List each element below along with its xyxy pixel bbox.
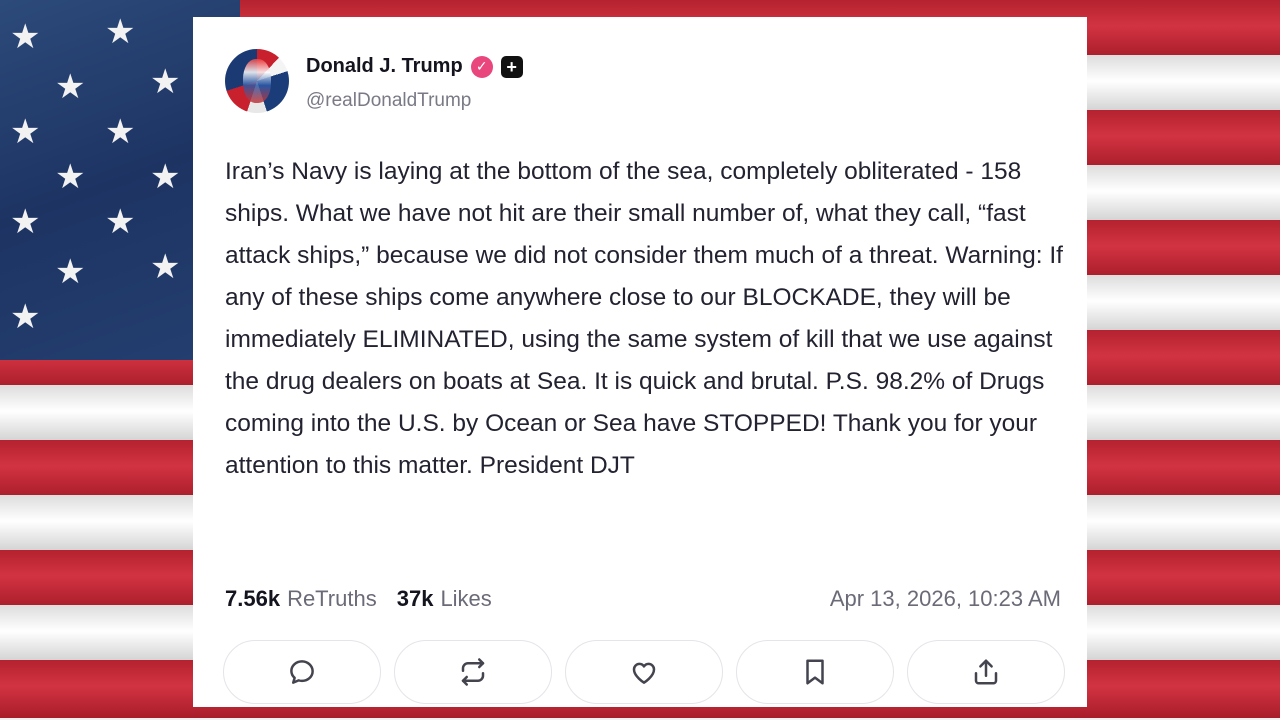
plus-badge-icon: + xyxy=(500,55,523,78)
post-body: Iran’s Navy is laying at the bottom of t… xyxy=(225,158,1063,479)
verified-badge-icon: ✓ xyxy=(470,55,493,78)
post-timestamp[interactable]: Apr 13, 2026, 10:23 AM xyxy=(830,586,1061,612)
like-button[interactable] xyxy=(565,640,723,704)
likes-stat[interactable]: 37k Likes xyxy=(397,586,492,612)
post-card: Donald J. Trump ✓ + @realDonaldTrump Ira… xyxy=(193,17,1087,707)
avatar[interactable] xyxy=(225,49,289,113)
action-bar xyxy=(223,640,1065,704)
retruth-button[interactable] xyxy=(394,640,552,704)
author-handle[interactable]: @realDonaldTrump xyxy=(306,90,471,112)
likes-label: Likes xyxy=(440,586,492,611)
author-name[interactable]: Donald J. Trump xyxy=(306,55,463,78)
retruths-stat[interactable]: 7.56k ReTruths xyxy=(225,586,377,612)
retruths-count: 7.56k xyxy=(225,586,281,611)
bookmark-button[interactable] xyxy=(736,640,894,704)
likes-count: 37k xyxy=(396,586,434,611)
bookmark-icon xyxy=(806,659,824,685)
post-stats: 7.56k ReTruths 37k Likes xyxy=(225,586,512,612)
reply-icon xyxy=(290,660,314,684)
retruths-label: ReTruths xyxy=(287,586,377,611)
share-icon xyxy=(974,659,998,685)
share-button[interactable] xyxy=(907,640,1065,704)
retruth-icon xyxy=(461,658,485,686)
reply-button[interactable] xyxy=(223,640,381,704)
like-icon xyxy=(632,662,656,684)
author-row: Donald J. Trump ✓ + xyxy=(306,55,523,78)
